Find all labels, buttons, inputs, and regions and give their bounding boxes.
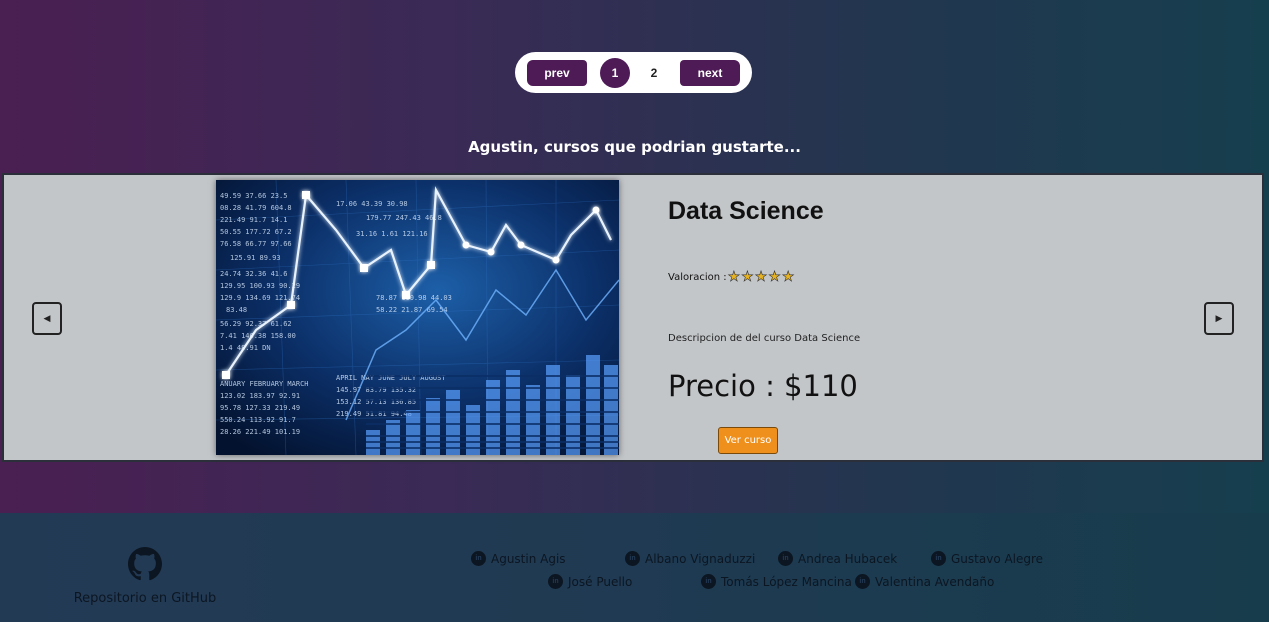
carousel-next-button[interactable]: ▶ bbox=[1204, 302, 1234, 335]
svg-text:129.95 100.93 90.29: 129.95 100.93 90.29 bbox=[220, 282, 300, 290]
svg-text:ANUARY FEBRUARY MARCH: ANUARY FEBRUARY MARCH bbox=[220, 380, 309, 388]
member-name: Valentina Avendaño bbox=[875, 574, 995, 589]
star-icon: ★ bbox=[741, 269, 754, 286]
svg-text:28.26 221.49 101.19: 28.26 221.49 101.19 bbox=[220, 428, 300, 436]
course-title: Data Science bbox=[668, 197, 824, 225]
page-1-button[interactable]: 1 bbox=[600, 58, 630, 88]
member-link[interactable]: in Tomás López Mancina bbox=[701, 574, 852, 589]
linkedin-icon: in bbox=[471, 551, 486, 566]
github-link[interactable]: Repositorio en GitHub bbox=[70, 547, 220, 606]
course-description: Descripcion de del curso Data Science bbox=[668, 333, 861, 344]
svg-text:129.9 134.69 121.74: 129.9 134.69 121.74 bbox=[220, 294, 300, 302]
svg-text:179.77 247.43 46.8: 179.77 247.43 46.8 bbox=[366, 214, 442, 222]
linkedin-icon: in bbox=[855, 574, 870, 589]
linkedin-icon: in bbox=[931, 551, 946, 566]
svg-text:83.48: 83.48 bbox=[226, 306, 247, 314]
github-icon bbox=[128, 547, 162, 581]
svg-text:08.28 41.79 604.8: 08.28 41.79 604.8 bbox=[220, 204, 292, 212]
triangle-left-icon: ◀ bbox=[43, 313, 51, 324]
star-icon: ★ bbox=[727, 269, 741, 286]
svg-text:76.58 66.77 97.66: 76.58 66.77 97.66 bbox=[220, 240, 292, 248]
svg-text:58.22 21.87 69.54: 58.22 21.87 69.54 bbox=[376, 306, 448, 314]
member-link[interactable]: in Gustavo Alegre bbox=[931, 551, 1043, 566]
rating-label: Valoracion : bbox=[668, 271, 727, 283]
star-icon: ★ bbox=[754, 269, 768, 286]
next-page-button[interactable]: next bbox=[680, 60, 740, 86]
member-name: Albano Vignaduzzi bbox=[645, 551, 756, 566]
github-label: Repositorio en GitHub bbox=[73, 591, 217, 606]
member-name: José Puello bbox=[568, 574, 633, 589]
prev-page-button[interactable]: prev bbox=[527, 60, 587, 86]
svg-text:24.74 32.36 41.6: 24.74 32.36 41.6 bbox=[220, 270, 287, 278]
svg-text:17.06 43.39 30.98: 17.06 43.39 30.98 bbox=[336, 200, 408, 208]
star-icon: ★ bbox=[768, 269, 781, 286]
svg-text:123.02 183.97 92.91: 123.02 183.97 92.91 bbox=[220, 392, 300, 400]
member-link[interactable]: in José Puello bbox=[548, 574, 632, 589]
svg-text:49.59 37.66 23.5: 49.59 37.66 23.5 bbox=[220, 192, 287, 200]
member-link[interactable]: in Agustin Agis bbox=[471, 551, 566, 566]
course-price: Precio : $110 bbox=[668, 369, 858, 403]
member-name: Andrea Hubacek bbox=[798, 551, 898, 566]
linkedin-icon: in bbox=[701, 574, 716, 589]
linkedin-icon: in bbox=[625, 551, 640, 566]
triangle-right-icon: ▶ bbox=[1215, 313, 1223, 324]
page-2-button[interactable]: 2 bbox=[639, 58, 669, 88]
course-image: 49.59 37.66 23.5 08.28 41.79 604.8 221.4… bbox=[216, 180, 619, 455]
linkedin-icon: in bbox=[778, 551, 793, 566]
svg-text:95.78 127.33 219.49: 95.78 127.33 219.49 bbox=[220, 404, 300, 412]
star-icon: ★ bbox=[781, 269, 795, 286]
svg-text:78.87 110.98 44.03: 78.87 110.98 44.03 bbox=[376, 294, 452, 302]
view-course-button[interactable]: Ver curso bbox=[718, 427, 778, 454]
svg-text:221.49 91.7 14.1: 221.49 91.7 14.1 bbox=[220, 216, 287, 224]
svg-text:31.16 1.61 121.16: 31.16 1.61 121.16 bbox=[356, 230, 428, 238]
member-link[interactable]: in Albano Vignaduzzi bbox=[625, 551, 755, 566]
pagination: prev 1 2 next bbox=[515, 52, 752, 93]
linkedin-icon: in bbox=[548, 574, 563, 589]
member-name: Tomás López Mancina bbox=[721, 574, 852, 589]
carousel-prev-button[interactable]: ◀ bbox=[32, 302, 62, 335]
course-carousel: ◀ 49.59 37.66 23.5 08.28 41.79 604.8 221… bbox=[2, 173, 1264, 462]
course-rating: Valoracion : ★ ★ ★ ★ ★ bbox=[668, 269, 795, 286]
footer: Repositorio en GitHub in Agustin Agis in… bbox=[0, 513, 1269, 622]
recommendations-heading: Agustin, cursos que podrian gustarte... bbox=[468, 138, 801, 156]
svg-text:56.29 92.37 61.62: 56.29 92.37 61.62 bbox=[220, 320, 292, 328]
svg-text:7.41 146.38 158.00: 7.41 146.38 158.00 bbox=[220, 332, 296, 340]
member-link[interactable]: in Valentina Avendaño bbox=[855, 574, 994, 589]
member-name: Gustavo Alegre bbox=[951, 551, 1044, 566]
member-link[interactable]: in Andrea Hubacek bbox=[778, 551, 897, 566]
svg-text:550.24 113.92 91.7: 550.24 113.92 91.7 bbox=[220, 416, 296, 424]
svg-text:50.55 177.72 67.2: 50.55 177.72 67.2 bbox=[220, 228, 292, 236]
svg-text:125.91 89.93: 125.91 89.93 bbox=[230, 254, 281, 262]
member-name: Agustin Agis bbox=[491, 551, 566, 566]
